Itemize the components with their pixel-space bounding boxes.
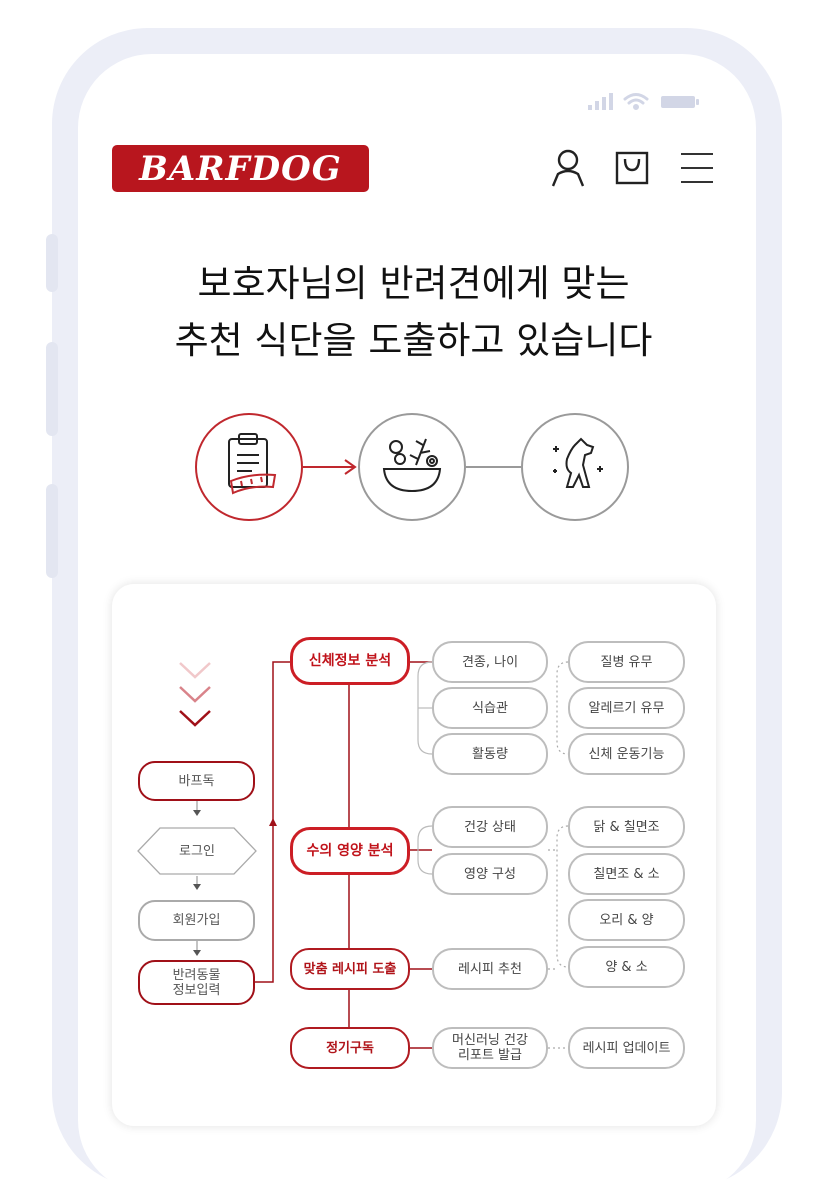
health-report: 머신러닝 건강 리포트 발급 (432, 1027, 548, 1069)
recipe-chicken-turkey: 닭 & 칠면조 (568, 806, 685, 848)
main-step-subscription: 정기구독 (290, 1027, 410, 1069)
headline-line-2: 추천 식단을 도출하고 있습니다 (174, 319, 653, 362)
flow-step-login: 로그인 (179, 843, 215, 859)
recipe-duck-lamb: 오리 & 양 (568, 899, 685, 941)
user-icon[interactable] (548, 148, 588, 188)
info-breed-age: 견종, 나이 (432, 641, 548, 683)
flow-step-barfdog: 바프독 (138, 761, 255, 801)
main-step-custom-recipe: 맞춤 레시피 도출 (290, 948, 410, 990)
menu-icon[interactable] (677, 148, 717, 188)
flow-step-pet-info: 반려동물 정보입력 (138, 960, 255, 1005)
wifi-icon (623, 93, 649, 110)
nutrition-composition: 영양 구성 (432, 853, 548, 895)
check-motor-function: 신체 운동기능 (568, 733, 685, 775)
step-circle-nutrition (358, 413, 466, 521)
brand-logo[interactable]: BARFDOG (112, 145, 369, 192)
cart-icon[interactable] (612, 148, 652, 188)
step-circle-analysis (195, 413, 303, 521)
info-activity: 활동량 (432, 733, 548, 775)
battery-icon (661, 96, 699, 108)
food-bowl-icon (382, 438, 442, 493)
recipe-update: 레시피 업데이트 (568, 1027, 685, 1069)
headline-line-1: 보호자님의 반려견에게 맞는 (197, 262, 630, 305)
main-step-body-analysis: 신체정보 분석 (290, 637, 410, 685)
status-bar (588, 93, 699, 110)
recipe-turkey-beef: 칠면조 & 소 (568, 853, 685, 895)
main-step-vet-nutrition: 수의 영양 분석 (290, 827, 410, 875)
recipe-recommend: 레시피 추천 (432, 948, 548, 990)
flow-step-signup: 회원가입 (138, 900, 255, 941)
info-eating-habits: 식습관 (432, 687, 548, 729)
check-disease: 질병 유무 (568, 641, 685, 683)
check-allergy: 알레르기 유무 (568, 687, 685, 729)
recipe-lamb-beef: 양 & 소 (568, 946, 685, 988)
nutrition-health-status: 건강 상태 (432, 806, 548, 848)
dog-icon (553, 437, 603, 488)
signal-icon (588, 93, 613, 110)
clipboard-icon (228, 433, 277, 495)
step-circle-recommend (521, 413, 629, 521)
